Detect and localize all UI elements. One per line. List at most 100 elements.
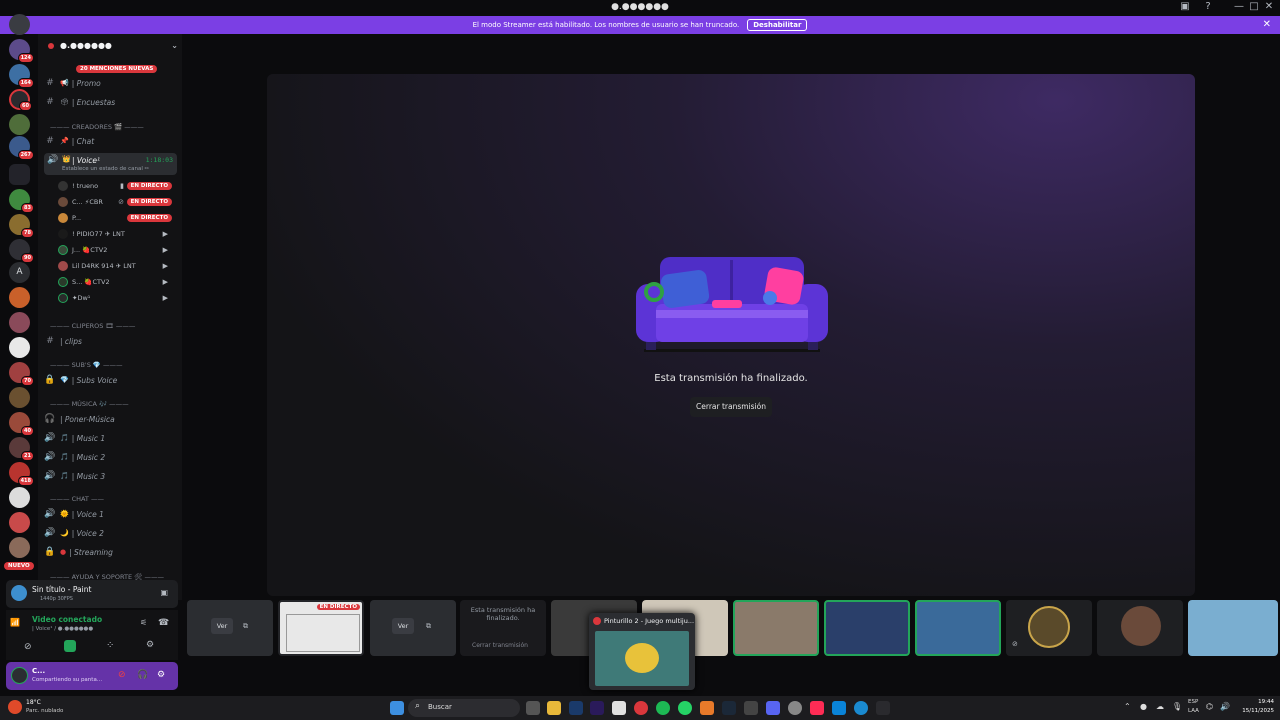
help-icon[interactable]: ? [1201, 1, 1215, 12]
discord-icon[interactable] [766, 701, 780, 715]
edge-icon[interactable] [854, 701, 868, 715]
mic-muted-icon[interactable]: ⊘ [118, 670, 126, 680]
server-icon[interactable] [9, 387, 30, 408]
obs-icon[interactable] [634, 701, 648, 715]
whatsapp-icon[interactable] [678, 701, 692, 715]
close-stream-button[interactable]: Cerrar transmisión [690, 397, 772, 417]
voice-channel-active[interactable]: 🔊 👑 | Voice¹ 1:18:03 Establece un estado… [44, 153, 177, 175]
weather-icon[interactable] [8, 700, 22, 714]
channel-clips[interactable]: # | clips [44, 333, 178, 349]
server-icon[interactable]: 124 [9, 39, 34, 63]
network-icon[interactable]: ⌬ [1206, 702, 1213, 711]
view-button[interactable]: Ver [211, 618, 233, 634]
tile-close-stream[interactable]: Cerrar transmisión [472, 642, 528, 649]
signal-icon[interactable]: 📶 [10, 618, 20, 627]
folder-icon[interactable] [9, 164, 30, 185]
server-icon[interactable]: 267 [9, 136, 34, 160]
screen-share-icon[interactable]: ▣ [160, 588, 168, 597]
channel-music-2[interactable]: 🔊 🎵 | Music 2 [44, 449, 178, 465]
tray-icon[interactable]: ☁ [1156, 702, 1164, 711]
channel-music-1[interactable]: 🔊 🎵 | Music 1 [44, 430, 178, 446]
language-indicator[interactable]: ESP [1188, 699, 1198, 705]
voice-user[interactable]: Lil D4RK 914 ✈ LNT ▶ [58, 258, 176, 274]
voice-user[interactable]: S... 🍓CTV2 ▶ [58, 274, 176, 290]
app-icon[interactable] [700, 701, 714, 715]
stream-tile-ended[interactable]: Esta transmisión ha finalizado. Cerrar t… [460, 600, 546, 656]
noise-suppression-icon[interactable]: ⚟ [140, 618, 147, 627]
server-header[interactable]: ●.●●●●●● ⌄ [48, 41, 178, 50]
channel-promo[interactable]: # 📢 | Promo [44, 75, 178, 91]
user-tile[interactable] [1097, 600, 1183, 656]
view-button[interactable]: Ver [392, 618, 414, 634]
disconnect-icon[interactable]: ☎ [158, 618, 169, 628]
taskbar-preview-popup[interactable]: Pinturillo 2 - Juego multiju... [589, 613, 695, 690]
inbox-icon[interactable]: ▣ [1178, 1, 1192, 12]
channel-voice-1[interactable]: 🔊 🌞 | Voice 1 [44, 506, 178, 522]
voice-user[interactable]: ! trueno ▮ EN DIRECTO [58, 178, 176, 194]
terminal-icon[interactable] [876, 701, 890, 715]
server-icon[interactable]: 83 [9, 189, 34, 213]
voice-user[interactable]: C... ⚡CBR ⊘ EN DIRECTO [58, 194, 176, 210]
camera-off-icon[interactable]: ⊘ [24, 642, 32, 652]
stream-tile-speaking[interactable] [915, 600, 1001, 656]
server-icon[interactable] [9, 287, 30, 308]
voice-user[interactable]: ! PIDIO77 ✈ LNT ▶ [58, 226, 176, 242]
stream-tile[interactable]: Ver ⧉ [370, 600, 456, 656]
channel-encuestas[interactable]: # 🗳 | Encuestas [44, 94, 178, 110]
windows-start-icon[interactable] [390, 701, 404, 715]
voice-user[interactable]: ✦Dw¹ ▶ [58, 290, 176, 306]
category-creadores[interactable]: ——— CREADORES 🎬 ——— [50, 123, 144, 131]
premiere-icon[interactable] [590, 701, 604, 715]
avatar[interactable] [11, 667, 28, 684]
activity-panel[interactable]: Sin título - Paint 1440p 30FPS ▣ [6, 580, 178, 608]
mentions-pill[interactable]: 20 MENCIONES NUEVAS [76, 65, 158, 73]
maximize-button[interactable]: □ [1247, 1, 1261, 12]
headphones-icon[interactable]: 🎧 [137, 670, 148, 680]
volume-icon[interactable]: 🔊 [1220, 702, 1230, 711]
server-icon[interactable]: 164 [9, 64, 34, 88]
mic-icon[interactable]: 🎙 [1172, 702, 1182, 711]
task-view-icon[interactable] [526, 701, 540, 715]
server-icon[interactable] [9, 487, 30, 508]
channel-voice-2[interactable]: 🔊 🌙 | Voice 2 [44, 525, 178, 541]
channel-streaming[interactable]: 🔒 ● | Streaming [44, 544, 178, 560]
stream-tile[interactable] [1188, 600, 1278, 656]
chrome-icon[interactable] [788, 701, 802, 715]
category-chat[interactable]: ——— CHAT —— [50, 495, 104, 503]
stream-tile-speaking[interactable] [733, 600, 819, 656]
file-explorer-icon[interactable] [547, 701, 561, 715]
user-tile[interactable]: ⊘ [1006, 600, 1092, 656]
server-icon[interactable] [9, 312, 30, 333]
steam-icon[interactable] [722, 701, 736, 715]
channel-music-3[interactable]: 🔊 🎵 | Music 3 [44, 468, 178, 484]
category-subs[interactable]: ——— SUB'S 💎 ——— [50, 361, 123, 369]
voice-user[interactable]: P... EN DIRECTO [58, 210, 176, 226]
soundboard-icon[interactable]: ⚙ [146, 640, 154, 650]
category-musica[interactable]: ——— MÚSICA 🎶 ——— [50, 400, 129, 408]
search-box[interactable]: ⌕ Buscar [408, 699, 520, 717]
server-icon[interactable]: 60 [9, 89, 32, 111]
close-window-button[interactable]: ✕ [1262, 1, 1276, 12]
clock-time[interactable]: 19:44 [1240, 699, 1274, 705]
server-icon[interactable]: 418 [9, 462, 34, 486]
tray-chevron-icon[interactable]: ⌃ [1124, 702, 1131, 711]
channel-subs-voice[interactable]: 🔒 💎 | Subs Voice [44, 372, 178, 388]
server-icon[interactable] [9, 537, 30, 558]
server-icon[interactable]: 21 [9, 437, 34, 461]
voice-channel-name[interactable]: | Voice¹ / ●.●●●●●● [32, 626, 93, 632]
app-icon[interactable] [832, 701, 846, 715]
calendar-icon[interactable] [612, 701, 626, 715]
activities-icon[interactable]: ⁘ [106, 640, 114, 651]
settings-gear-icon[interactable]: ⚙ [157, 670, 165, 680]
home-icon[interactable] [9, 14, 30, 35]
tiktok-icon[interactable] [810, 701, 824, 715]
server-icon[interactable]: 70 [9, 362, 34, 386]
server-icon[interactable]: 40 [9, 412, 34, 436]
app-icon[interactable] [744, 701, 758, 715]
server-icon[interactable] [9, 337, 30, 358]
new-pill[interactable]: NUEVO [4, 562, 34, 570]
category-clipero[interactable]: ——— CLIPEROS 🎞 ——— [50, 322, 135, 330]
tray-icon[interactable]: ● [1140, 702, 1147, 711]
popout-icon[interactable]: ⧉ [243, 622, 248, 631]
server-icon[interactable] [9, 512, 30, 533]
